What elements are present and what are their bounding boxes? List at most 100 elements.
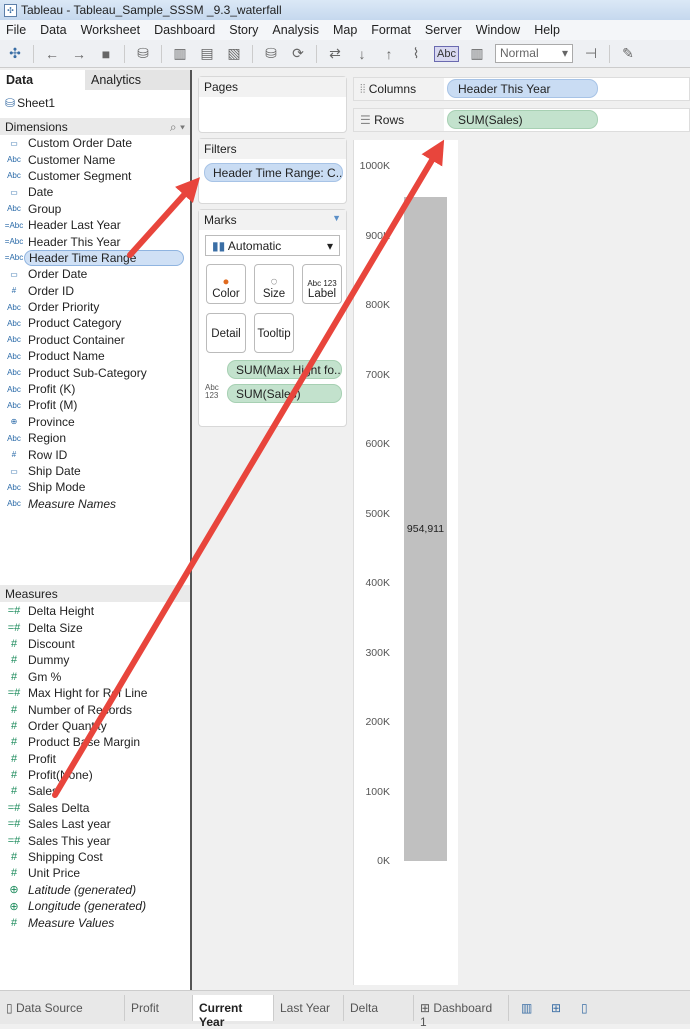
menu-worksheet[interactable]: Worksheet (81, 23, 141, 37)
field-item[interactable]: Abc Measure Names (0, 496, 190, 512)
menu-data[interactable]: Data (40, 23, 66, 37)
field-item[interactable]: =# Sales This year (0, 832, 190, 848)
search-icon[interactable]: ⌕ ▾ (170, 120, 185, 134)
color-button[interactable]: ● Color (206, 264, 246, 304)
sort-desc-icon[interactable]: ↑ (380, 46, 398, 62)
tab-dashboard-1[interactable]: ⊞ Dashboard 1 (414, 995, 509, 1029)
undo-icon[interactable]: ← (43, 46, 61, 62)
tab-current-year[interactable]: Current Year (193, 995, 274, 1029)
redo-icon[interactable]: → (70, 46, 88, 62)
field-item[interactable]: ▭ Custom Order Date (0, 135, 190, 151)
field-item[interactable]: Abc Customer Name (0, 151, 190, 167)
field-item[interactable]: ▭ Date (0, 184, 190, 200)
tab-data-source[interactable]: ▯ Data Source (0, 995, 125, 1021)
field-item[interactable]: ⊕ Province (0, 414, 190, 430)
field-item[interactable]: # Profit (0, 751, 190, 767)
highlight-icon[interactable]: ✎ (619, 45, 637, 62)
field-item[interactable]: Abc Profit (M) (0, 397, 190, 413)
field-item[interactable]: # Sales (0, 783, 190, 799)
field-item[interactable]: Abc Customer Segment (0, 168, 190, 184)
field-item[interactable]: =Abc Header Time Range (0, 249, 190, 266)
attach-icon[interactable]: ⌇ (407, 45, 425, 62)
field-item[interactable]: # Measure Values (0, 914, 190, 930)
field-item[interactable]: # Number of Records (0, 701, 190, 717)
mark-type-select[interactable]: ▮▮ Automatic ▾ (205, 235, 340, 256)
field-item[interactable]: =# Max Hight for Ref Line (0, 685, 190, 701)
tooltip-button[interactable]: Tooltip (254, 313, 294, 353)
pause-updates-icon[interactable]: ⛁ (262, 45, 280, 62)
show-me-icon[interactable]: ▥ (468, 45, 486, 62)
menu-story[interactable]: Story (229, 23, 258, 37)
swap-icon[interactable]: ⇄ (326, 45, 344, 62)
tab-analytics[interactable]: Analytics (85, 70, 147, 90)
tableau-logo-icon[interactable]: ✣ (6, 45, 24, 62)
field-item[interactable]: ⊕ Latitude (generated) (0, 882, 190, 898)
detail-button[interactable]: Detail (206, 313, 246, 353)
field-item[interactable]: Abc Group (0, 201, 190, 217)
field-item[interactable]: # Row ID (0, 446, 190, 462)
save-icon[interactable]: ■ (97, 46, 115, 62)
tab-profit[interactable]: Profit (125, 995, 193, 1021)
field-item[interactable]: # Gm % (0, 669, 190, 685)
marks-pill-max-hight[interactable]: SUM(Max Hight fo.. (227, 360, 342, 379)
menu-help[interactable]: Help (534, 23, 560, 37)
field-item[interactable]: # Unit Price (0, 865, 190, 881)
menu-window[interactable]: Window (476, 23, 520, 37)
menu-analysis[interactable]: Analysis (272, 23, 319, 37)
menu-dashboard[interactable]: Dashboard (154, 23, 215, 37)
y-tick-label: 800K (365, 299, 390, 311)
new-story-button[interactable]: ▯ (575, 995, 594, 1021)
field-item[interactable]: =# Delta Height (0, 603, 190, 619)
menu-file[interactable]: File (6, 23, 26, 37)
field-item[interactable]: Abc Product Sub-Category (0, 364, 190, 380)
show-labels-button[interactable]: Abc (434, 45, 459, 62)
tab-last-year[interactable]: Last Year (274, 995, 344, 1021)
tab-delta[interactable]: Delta (344, 995, 414, 1021)
field-item[interactable]: ⊕ Longitude (generated) (0, 898, 190, 914)
field-item[interactable]: ▭ Order Date (0, 266, 190, 282)
number-icon: =# (7, 801, 21, 814)
field-item[interactable]: ▭ Ship Date (0, 463, 190, 479)
field-item[interactable]: # Product Base Margin (0, 734, 190, 750)
field-item[interactable]: =# Sales Delta (0, 800, 190, 816)
fit-select[interactable]: Normal ▾ (494, 44, 573, 63)
menu-server[interactable]: Server (425, 23, 462, 37)
size-button[interactable]: ◌ Size (254, 264, 294, 304)
clear-sheet-icon[interactable]: ▧ (225, 45, 243, 62)
field-item[interactable]: =# Delta Size (0, 619, 190, 635)
duplicate-sheet-icon[interactable]: ▤ (198, 45, 216, 62)
field-item[interactable]: Abc Profit (K) (0, 381, 190, 397)
field-item[interactable]: Abc Region (0, 430, 190, 446)
field-item[interactable]: Abc Ship Mode (0, 479, 190, 495)
marks-pill-sales[interactable]: SUM(Sales) (227, 384, 342, 403)
rows-pill[interactable]: SUM(Sales) (447, 110, 598, 129)
field-item[interactable]: =Abc Header Last Year (0, 217, 190, 233)
new-worksheet-icon[interactable]: ▥ (171, 45, 189, 62)
new-datasource-icon[interactable]: ⛁ (134, 45, 152, 62)
marks-menu-icon[interactable]: ▼ (332, 213, 341, 227)
field-item[interactable]: # Shipping Cost (0, 849, 190, 865)
pin-icon[interactable]: ⊣ (582, 45, 600, 62)
sort-asc-icon[interactable]: ↓ (353, 46, 371, 62)
new-dashboard-button[interactable]: ⊞ (545, 995, 567, 1021)
field-item[interactable]: # Discount (0, 636, 190, 652)
field-item[interactable]: # Order Quantity (0, 718, 190, 734)
tab-data[interactable]: Data (0, 70, 85, 90)
field-item[interactable]: Abc Product Container (0, 332, 190, 348)
menu-map[interactable]: Map (333, 23, 357, 37)
field-item[interactable]: Abc Order Priority (0, 299, 190, 315)
columns-pill[interactable]: Header This Year (447, 79, 598, 98)
field-item[interactable]: # Profit(None) (0, 767, 190, 783)
refresh-icon[interactable]: ⟳ (289, 45, 307, 62)
field-item[interactable]: # Dummy (0, 652, 190, 668)
filter-pill[interactable]: Header Time Range: C.. (204, 163, 343, 182)
menu-format[interactable]: Format (371, 23, 411, 37)
field-item[interactable]: Abc Product Name (0, 348, 190, 364)
label-button[interactable]: Abc 123 Label (302, 264, 342, 304)
datasource-item[interactable]: ⛁ Sheet1 (0, 90, 190, 118)
field-item[interactable]: =# Sales Last year (0, 816, 190, 832)
field-item[interactable]: Abc Product Category (0, 315, 190, 331)
field-item[interactable]: =Abc Header This Year (0, 233, 190, 249)
field-item[interactable]: # Order ID (0, 283, 190, 299)
new-worksheet-button[interactable]: ▥ (515, 995, 538, 1021)
